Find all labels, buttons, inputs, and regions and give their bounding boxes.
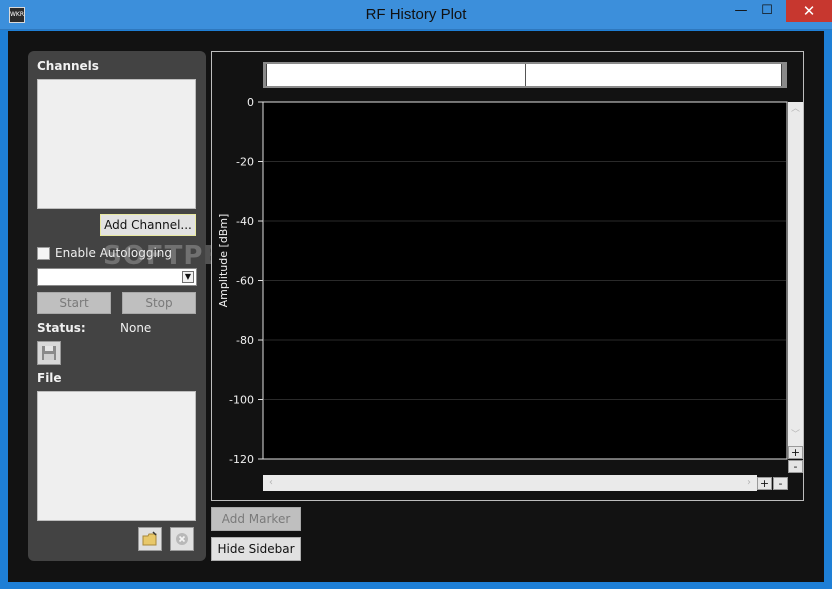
clear-file-button[interactable]: [170, 527, 194, 551]
close-circle-icon: [176, 533, 188, 545]
y-tick-label: -100: [229, 394, 254, 407]
start-button[interactable]: Start: [37, 292, 111, 314]
status-value: None: [120, 321, 152, 335]
amplitude-chart[interactable]: 0 -20 -40 -60 -80 -100 -120 Amplitude [dBm]: [212, 52, 803, 500]
window-title: RF History Plot: [365, 6, 467, 23]
y-tick-label: -20: [236, 156, 254, 169]
scroll-down-icon[interactable]: ﹀: [788, 428, 803, 442]
y-tick-label: -80: [236, 334, 254, 347]
maximize-button[interactable]: ☐: [752, 0, 782, 22]
y-axis-label: Amplitude [dBm]: [217, 214, 230, 308]
add-marker-button[interactable]: Add Marker: [211, 507, 301, 531]
folder-icon: [142, 531, 157, 546]
y-tick-label: -60: [236, 275, 254, 288]
scroll-up-icon[interactable]: ︿: [788, 102, 803, 116]
floppy-disk-icon: [42, 346, 56, 360]
y-tick-label: -120: [229, 453, 254, 466]
open-folder-button[interactable]: [138, 527, 162, 551]
vertical-scrollbar[interactable]: ︿ ﹀: [788, 102, 803, 446]
plot-frame: 0 -20 -40 -60 -80 -100 -120 Amplitude [dBm] ︿ ﹀…: [211, 51, 804, 501]
status-label: Status:: [37, 321, 86, 335]
vertical-zoom-out-button[interactable]: -: [788, 460, 803, 473]
close-button[interactable]: ✕: [786, 0, 832, 22]
channels-list[interactable]: [37, 79, 196, 209]
file-heading: File: [37, 371, 62, 385]
chevron-down-icon[interactable]: ▼: [182, 271, 194, 283]
horizontal-scrollbar[interactable]: ‹ ›: [263, 475, 757, 491]
horizontal-zoom-in-button[interactable]: +: [757, 477, 772, 490]
scroll-right-icon[interactable]: ›: [743, 475, 755, 491]
stop-button[interactable]: Stop: [122, 292, 196, 314]
hide-sidebar-button[interactable]: Hide Sidebar: [211, 537, 301, 561]
autolog-checkbox[interactable]: [37, 247, 50, 260]
y-tick-label: -40: [236, 215, 254, 228]
save-button[interactable]: [37, 341, 61, 365]
channels-heading: Channels: [37, 59, 99, 73]
title-bar[interactable]: WKR RF History Plot — ☐ ✕: [0, 0, 832, 30]
horizontal-zoom-out-button[interactable]: -: [773, 477, 788, 490]
add-channel-button[interactable]: Add Channel...: [100, 214, 196, 236]
vertical-zoom-in-button[interactable]: +: [788, 446, 803, 459]
file-list[interactable]: [37, 391, 196, 521]
scroll-left-icon[interactable]: ‹: [265, 475, 277, 491]
y-tick-label: 0: [247, 96, 254, 109]
sidebar: Channels Add Channel... Enable Autologgi…: [28, 51, 206, 561]
client-area: Channels Add Channel... Enable Autologgi…: [8, 31, 824, 582]
